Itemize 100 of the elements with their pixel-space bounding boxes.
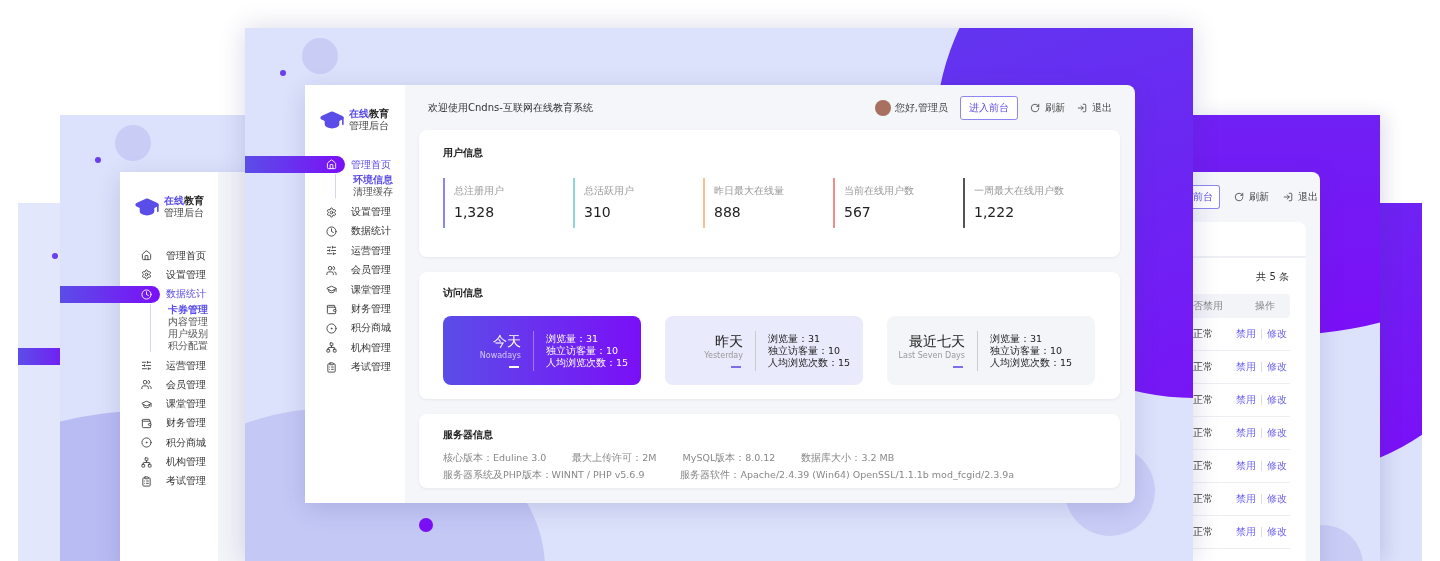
refresh-button[interactable]: 刷新 — [1030, 100, 1065, 115]
nav-icon[interactable] — [325, 264, 337, 276]
refresh-icon — [1234, 192, 1244, 202]
disable-link[interactable]: 禁用 — [1236, 459, 1256, 473]
card-title: 服务器信息 — [443, 428, 493, 442]
nav-item[interactable]: 财务管理 — [166, 416, 206, 431]
submenu-item[interactable]: 内容管理 — [168, 315, 218, 328]
logo-subtitle: 管理后台 — [164, 207, 204, 219]
nav-item[interactable]: 课堂管理 — [351, 282, 391, 297]
edit-link[interactable]: 修改 — [1267, 459, 1287, 473]
edit-link[interactable]: 修改 — [1267, 426, 1287, 440]
column-header: 否禁用 — [1193, 299, 1224, 313]
nav-item[interactable]: 考试管理 — [351, 360, 391, 375]
nav-icon[interactable] — [325, 245, 337, 257]
stat-value: 1,222 — [974, 204, 1015, 220]
nav-icon[interactable] — [140, 360, 152, 372]
submenu-item[interactable]: 环境信息 — [353, 174, 405, 187]
edit-link[interactable]: 修改 — [1267, 525, 1287, 539]
nav-item[interactable]: 运营管理 — [166, 358, 206, 373]
nav-item[interactable]: 设置管理 — [166, 267, 206, 282]
stat-label: 昨日最大在线量 — [714, 184, 784, 198]
nav-item[interactable]: 积分商城 — [166, 435, 206, 450]
server-info-text: 数据库大小：3.2 MB — [801, 452, 895, 465]
submenu-item[interactable]: 积分配置 — [168, 339, 218, 352]
disable-link[interactable]: 禁用 — [1236, 492, 1256, 506]
visit-metric: 独立访客量：10 — [768, 344, 842, 357]
nav-item[interactable]: 机构管理 — [166, 455, 206, 469]
nav-item[interactable]: 会员管理 — [351, 263, 391, 278]
edit-link[interactable]: 修改 — [1267, 327, 1287, 341]
nav-item[interactable]: 财务管理 — [351, 302, 391, 317]
logout-icon — [1283, 192, 1293, 202]
submenu-item[interactable]: 卡券管理 — [168, 303, 218, 316]
dot-shape — [95, 157, 101, 163]
stat-label: 总活跃用户 — [584, 184, 634, 198]
edit-link[interactable]: 修改 — [1267, 360, 1287, 374]
visit-metric: 人均浏览次数：15 — [546, 356, 629, 369]
nav-item[interactable]: 考试管理 — [166, 474, 206, 489]
status-cell-text: 正常 — [1193, 459, 1214, 473]
nav-item[interactable]: 会员管理 — [166, 377, 206, 392]
server-info-text: 最大上传许可：2M — [572, 452, 657, 465]
nav-icon[interactable] — [325, 284, 337, 296]
nav-icon[interactable] — [140, 456, 152, 468]
submenu-item[interactable]: 清理缓存 — [353, 186, 405, 199]
enter-frontend-button[interactable]: 前台 — [1193, 185, 1220, 209]
server-info-text: 核心版本：Eduline 3.0 — [443, 452, 547, 465]
logout-button[interactable]: 退出 — [1077, 100, 1112, 115]
logo-subtitle: 管理后台 — [349, 120, 389, 132]
nav-item[interactable]: 机构管理 — [351, 340, 391, 355]
nav-icon[interactable] — [325, 322, 337, 334]
disable-link[interactable]: 禁用 — [1236, 426, 1256, 440]
nav-item[interactable]: 课堂管理 — [166, 397, 206, 412]
nav-icon[interactable] — [140, 398, 152, 410]
status-cell-text: 正常 — [1193, 393, 1214, 407]
visit-metric: 浏览量：31 — [768, 332, 822, 345]
nav-icon[interactable] — [140, 417, 152, 429]
stat-label: 总注册用户 — [454, 184, 504, 198]
dot-shape — [52, 253, 58, 259]
nav-icon[interactable] — [325, 206, 337, 218]
status-cell-text: 正常 — [1193, 327, 1214, 341]
nav-icon[interactable] — [140, 475, 152, 487]
refresh-button[interactable]: 刷新 — [1234, 190, 1269, 204]
enter-frontend-button[interactable]: 进入前台 — [960, 95, 1018, 120]
nav-icon[interactable] — [140, 250, 152, 262]
nav-icon[interactable] — [325, 303, 337, 315]
logout-icon — [1077, 102, 1087, 113]
nav-icon[interactable] — [140, 379, 152, 391]
period-title: 最近七天 — [909, 333, 965, 351]
disable-link[interactable]: 禁用 — [1236, 360, 1256, 374]
dot-shape — [280, 70, 286, 76]
submenu-item[interactable]: 用户级别 — [168, 327, 218, 340]
logo-title: 在线教育 — [164, 195, 204, 207]
nav-item[interactable]: 数据统计 — [166, 287, 206, 302]
status-cell-text: 正常 — [1193, 525, 1214, 539]
period-subtitle: Yesterday — [704, 351, 743, 361]
visit-metric: 独立访客量：10 — [990, 344, 1064, 357]
nav-icon[interactable] — [140, 437, 152, 449]
nav-item[interactable]: 数据统计 — [351, 224, 391, 239]
nav-item[interactable]: 设置管理 — [351, 205, 391, 220]
nav-item[interactable]: 运营管理 — [351, 243, 391, 258]
period-title: 今天 — [493, 333, 521, 351]
nav-icon[interactable] — [325, 361, 337, 373]
disable-link[interactable]: 禁用 — [1236, 525, 1256, 539]
nav-item[interactable]: 管理首页 — [351, 157, 391, 172]
nav-icon[interactable] — [325, 225, 337, 237]
column-header: 操作 — [1255, 299, 1276, 313]
stat-value: 888 — [714, 204, 741, 220]
visit-metric: 人均浏览次数：15 — [990, 356, 1073, 369]
stat-label: 当前在线用户数 — [844, 184, 914, 198]
edit-link[interactable]: 修改 — [1267, 393, 1287, 407]
visit-metric: 独立访客量：10 — [546, 344, 620, 357]
edit-link[interactable]: 修改 — [1267, 492, 1287, 506]
nav-item[interactable]: 积分商城 — [351, 321, 391, 336]
logout-button[interactable]: 退出 — [1283, 190, 1318, 204]
disable-link[interactable]: 禁用 — [1236, 327, 1256, 341]
nav-icon[interactable] — [140, 269, 152, 281]
disable-link[interactable]: 禁用 — [1236, 393, 1256, 407]
nav-item[interactable]: 管理首页 — [166, 248, 206, 263]
server-info-text: MySQL版本：8.0.12 — [682, 452, 776, 465]
total-count: 共 5 条 — [1256, 270, 1289, 284]
nav-icon[interactable] — [325, 342, 337, 354]
